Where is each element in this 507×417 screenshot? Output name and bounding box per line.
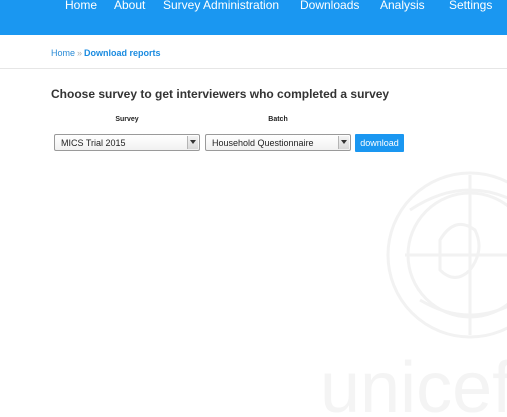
chevron-down-icon	[338, 136, 349, 149]
batch-label: Batch	[268, 116, 288, 123]
survey-select[interactable]: MICS Trial 2015	[54, 134, 200, 151]
survey-select-value: MICS Trial 2015	[61, 138, 126, 148]
batch-select-value: Household Questionnaire	[212, 138, 314, 148]
page-title: Choose survey to get interviewers who co…	[51, 87, 390, 101]
top-navbar: Home About Survey Administration Downloa…	[0, 0, 507, 35]
nav-about[interactable]: About	[114, 0, 145, 12]
download-button[interactable]: download	[355, 134, 404, 152]
unicef-logo-watermark: unicef	[320, 171, 507, 417]
nav-downloads[interactable]: Downloads	[300, 0, 359, 12]
chevron-down-icon	[187, 136, 198, 149]
breadcrumb-current: Download reports	[84, 48, 161, 58]
batch-select[interactable]: Household Questionnaire	[205, 134, 351, 151]
breadcrumb: Home» Download reports	[51, 47, 161, 59]
breadcrumb-separator: »	[77, 48, 83, 58]
nav-settings[interactable]: Settings	[449, 0, 492, 12]
nav-home[interactable]: Home	[65, 0, 97, 12]
nav-survey-administration[interactable]: Survey Administration	[163, 0, 279, 12]
nav-analysis[interactable]: Analysis	[380, 0, 425, 12]
breadcrumb-home-link[interactable]: Home	[51, 48, 75, 58]
page: Home About Survey Administration Downloa…	[0, 0, 507, 417]
breadcrumb-bar: Home» Download reports	[0, 35, 507, 69]
survey-label: Survey	[115, 116, 139, 123]
watermark-text: unicef	[320, 348, 507, 417]
